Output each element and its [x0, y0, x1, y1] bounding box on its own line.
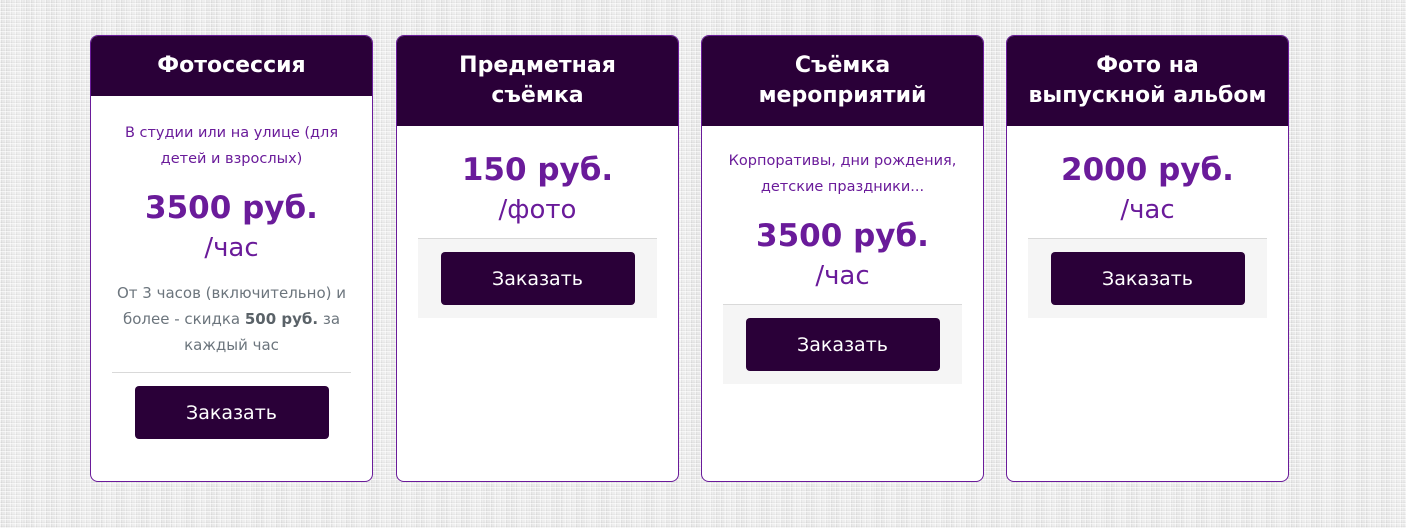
- pricing-card-event-shoot: Съёмка мероприятий Корпоративы, дни рожд…: [701, 35, 984, 482]
- card-title: Предметная съёмка: [397, 36, 678, 126]
- card-price-unit: /час: [1120, 195, 1175, 225]
- note-discount-amount: 500 руб.: [244, 310, 319, 328]
- order-button[interactable]: Заказать: [440, 252, 635, 305]
- pricing-card-graduation-album: Фото на выпускной альбом 2000 руб. /час …: [1006, 35, 1289, 482]
- card-description: Корпоративы, дни рождения, детские празд…: [728, 153, 957, 195]
- card-footer: Заказать: [1028, 238, 1267, 318]
- pricing-card-photosession: Фотосессия В студии или на улице (для де…: [90, 35, 373, 482]
- order-button[interactable]: Заказать: [745, 318, 940, 371]
- card-price-unit: /час: [815, 261, 870, 291]
- card-title: Съёмка мероприятий: [702, 36, 983, 126]
- card-price: 3500 руб.: [756, 218, 929, 254]
- card-footer: Заказать: [723, 304, 962, 384]
- pricing-card-product-shoot: Предметная съёмка 150 руб. /фото Заказат…: [396, 35, 679, 482]
- card-discount-note: От 3 часов (включительно) и более - скид…: [91, 280, 372, 358]
- card-title: Фотосессия: [91, 36, 372, 96]
- card-description: В студии или на улице (для детей и взрос…: [124, 125, 339, 167]
- card-price: 150 руб.: [461, 152, 614, 188]
- card-price-unit: /фото: [498, 195, 577, 225]
- card-footer: Заказать: [418, 238, 657, 318]
- order-button[interactable]: Заказать: [1050, 252, 1245, 305]
- card-price-unit: /час: [204, 233, 259, 263]
- card-title: Фото на выпускной альбом: [1007, 36, 1288, 126]
- card-price: 2000 руб.: [1061, 152, 1234, 188]
- card-footer: Заказать: [112, 372, 351, 452]
- card-price: 3500 руб.: [145, 190, 318, 226]
- order-button[interactable]: Заказать: [134, 386, 329, 439]
